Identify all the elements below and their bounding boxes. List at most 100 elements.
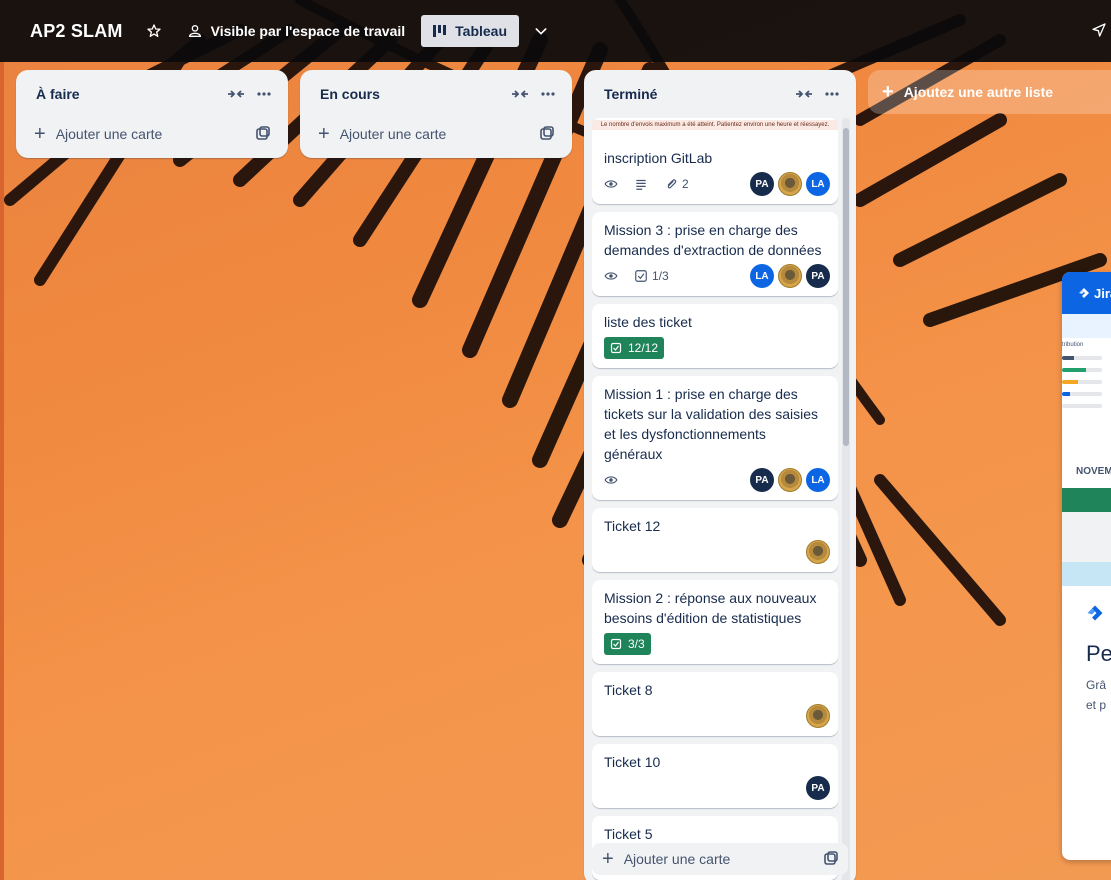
card-title: Mission 1 : prise en charge des tickets … xyxy=(604,386,818,462)
add-card-label: Ajouter une carte xyxy=(339,126,447,142)
board-view-label: Tableau xyxy=(455,23,508,39)
board-view-button[interactable]: Tableau xyxy=(421,15,520,47)
board-icon xyxy=(433,25,447,37)
list-title[interactable]: En cours xyxy=(320,86,504,102)
collapse-icon[interactable] xyxy=(792,82,816,106)
jira-preview-area xyxy=(1062,512,1111,562)
paperclip-icon xyxy=(667,179,677,189)
card-title: Mission 2 : réponse aux nouveaux besoins… xyxy=(604,590,817,626)
card-title: Ticket 10 xyxy=(604,754,661,770)
avatar[interactable]: PA xyxy=(806,776,830,800)
card[interactable]: Ticket 10 PA xyxy=(592,744,838,808)
card-badges: 12/12 xyxy=(604,336,826,360)
card-members: PA LA xyxy=(746,172,830,196)
template-icon[interactable] xyxy=(540,125,554,143)
plus-icon: + xyxy=(318,123,330,145)
chevron-down-icon[interactable] xyxy=(533,23,549,39)
avatar[interactable]: PA xyxy=(750,172,774,196)
jira-header: Jira xyxy=(1062,272,1111,314)
chart-bar xyxy=(1062,392,1102,396)
list-scrollbar[interactable] xyxy=(842,118,850,880)
checklist-icon xyxy=(610,342,622,354)
card[interactable]: liste des ticket 12/12 xyxy=(592,304,838,368)
card[interactable]: Mission 3 : prise en charge des demandes… xyxy=(592,212,838,296)
scrollbar-thumb[interactable] xyxy=(843,128,849,446)
watch-icon xyxy=(604,269,622,283)
collapse-icon[interactable] xyxy=(224,82,248,106)
more-icon[interactable] xyxy=(820,82,844,106)
jira-logo-icon xyxy=(1079,288,1089,298)
avatar-image[interactable] xyxy=(778,468,802,492)
avatar[interactable]: LA xyxy=(750,264,774,288)
list-header: Terminé xyxy=(584,70,856,118)
plus-icon: + xyxy=(602,848,614,870)
jira-chart-preview: tribution xyxy=(1062,338,1111,458)
visibility-label: Visible par l'espace de travail xyxy=(210,23,406,39)
add-list-label: Ajoutez une autre liste xyxy=(903,84,1054,100)
card[interactable]: Mission 1 : prise en charge des tickets … xyxy=(592,376,838,500)
chart-bar xyxy=(1062,368,1102,372)
checklist-count: 3/3 xyxy=(628,637,645,651)
card-title: Ticket 5 xyxy=(604,826,653,842)
card[interactable]: Mission 2 : réponse aux nouveaux besoins… xyxy=(592,580,838,664)
watch-icon xyxy=(604,177,622,191)
template-icon[interactable] xyxy=(256,125,270,143)
plus-icon: + xyxy=(34,123,46,145)
list-title[interactable]: À faire xyxy=(36,86,220,102)
avatar[interactable]: LA xyxy=(806,468,830,492)
avatar[interactable]: LA xyxy=(806,172,830,196)
avatar-image[interactable] xyxy=(778,172,802,196)
list-title[interactable]: Terminé xyxy=(604,86,788,102)
rate-limit-banner: Le nombre d'envois maximum a été atteint… xyxy=(592,120,838,130)
avatar-image[interactable] xyxy=(778,264,802,288)
card-members: PA LA xyxy=(746,468,830,492)
jira-preview-strip xyxy=(1062,562,1111,586)
card-members xyxy=(802,704,830,728)
board-title[interactable]: AP2 SLAM xyxy=(30,21,123,42)
jira-heading: Pe xyxy=(1086,641,1111,666)
checklist-badge: 1/3 xyxy=(634,269,669,283)
jira-promo-panel[interactable]: Jira tribution NOVEM Pe Grâ et p xyxy=(1062,272,1111,860)
visibility-button[interactable]: Visible par l'espace de travail xyxy=(187,23,406,39)
more-icon[interactable] xyxy=(252,82,276,106)
more-icon[interactable] xyxy=(536,82,560,106)
card-members: LA PA xyxy=(746,264,830,288)
card-badges: 3/3 xyxy=(604,632,826,656)
list-en-cours: En cours + Ajouter une carte xyxy=(300,70,572,158)
card[interactable]: Le nombre d'envois maximum a été atteint… xyxy=(592,118,838,204)
jira-strip xyxy=(1062,314,1111,338)
description-icon xyxy=(634,177,652,191)
card-title: Mission 3 : prise en charge des demandes… xyxy=(604,222,822,258)
add-list-button[interactable]: + Ajoutez une autre liste xyxy=(868,70,1111,114)
chart-bar xyxy=(1062,404,1102,408)
card-title: Ticket 8 xyxy=(604,682,653,698)
add-card-button[interactable]: + Ajouter une carte xyxy=(24,118,280,150)
jira-text-line: et p xyxy=(1086,698,1107,712)
checklist-count: 1/3 xyxy=(652,269,669,283)
jira-month-label: NOVEM xyxy=(1076,466,1111,477)
add-card-button[interactable]: + Ajouter une carte xyxy=(308,118,564,150)
list-header: En cours xyxy=(300,70,572,118)
card-title: Ticket 12 xyxy=(604,518,661,534)
checklist-count: 12/12 xyxy=(628,341,659,355)
avatar[interactable]: PA xyxy=(806,264,830,288)
card[interactable]: Ticket 12 xyxy=(592,508,838,572)
avatar[interactable]: PA xyxy=(750,468,774,492)
jira-header-label: Jira xyxy=(1094,285,1111,301)
chart-bar xyxy=(1062,356,1102,360)
star-icon[interactable] xyxy=(145,22,163,40)
avatar-image[interactable] xyxy=(806,540,830,564)
jira-logo-small xyxy=(1062,586,1111,627)
card-list: Le nombre d'envois maximum a été atteint… xyxy=(592,118,838,880)
attachment-count: 2 xyxy=(682,177,689,191)
collapse-icon[interactable] xyxy=(508,82,532,106)
avatar-image[interactable] xyxy=(806,704,830,728)
template-icon[interactable] xyxy=(824,850,838,868)
card[interactable]: Ticket 8 xyxy=(592,672,838,736)
card-title: inscription GitLab xyxy=(604,150,713,166)
card-members: PA xyxy=(802,776,830,800)
send-icon[interactable] xyxy=(1091,22,1107,43)
list-a-faire: À faire + Ajouter une carte xyxy=(16,70,288,158)
add-card-button[interactable]: + Ajouter une carte xyxy=(592,843,848,875)
jira-text-line: Grâ xyxy=(1086,678,1107,692)
